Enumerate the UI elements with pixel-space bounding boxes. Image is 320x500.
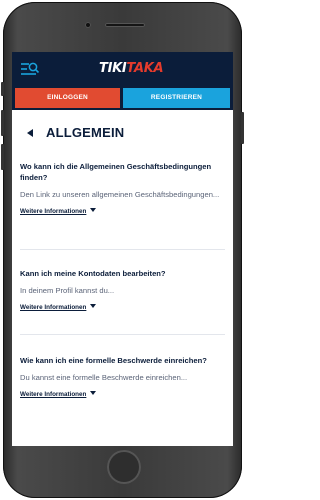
faq-question[interactable]: Wo kann ich die Allgemeinen Geschäftsbed… — [20, 161, 225, 183]
faq-answer-preview: Den Link zu unseren allgemeinen Geschäft… — [20, 190, 220, 199]
app-screen: TIKITAKA EINLOGGEN REGISTRIEREN ALLGEMEI… — [12, 52, 233, 446]
caret-down-icon — [90, 391, 97, 395]
more-info-label: Weitere Informationen — [20, 304, 87, 311]
faq-question[interactable]: Kann ich meine Kontodaten bearbeiten? — [20, 268, 225, 279]
more-info-label: Weitere Informationen — [20, 391, 87, 398]
divider — [20, 334, 225, 335]
faq-content: ALLGEMEIN Wo kann ich die Allgemeinen Ge… — [12, 110, 233, 446]
back-arrow-icon[interactable] — [27, 129, 33, 137]
login-button[interactable]: EINLOGGEN — [15, 88, 120, 108]
faq-item: Kann ich meine Kontodaten bearbeiten? In… — [20, 268, 225, 314]
caret-down-icon — [90, 208, 97, 212]
logo-part-1: TIKI — [99, 61, 127, 76]
auth-bar: EINLOGGEN REGISTRIEREN — [12, 86, 233, 110]
more-info-link[interactable]: Weitere Informationen — [20, 390, 97, 400]
register-button[interactable]: REGISTRIEREN — [123, 88, 230, 108]
logo-part-2: TAKA — [126, 61, 164, 76]
tikitaka-logo[interactable]: TIKITAKA — [99, 61, 164, 77]
earpiece-speaker — [105, 23, 145, 27]
volume-button — [1, 82, 4, 96]
menu-search-icon[interactable] — [20, 61, 40, 77]
more-info-label: Weitere Informationen — [20, 208, 87, 215]
faq-answer-preview: In deinem Profil kannst du... — [20, 286, 115, 295]
power-button — [241, 112, 244, 144]
app-header: TIKITAKA — [12, 52, 233, 86]
divider — [20, 249, 225, 250]
faq-item: Wie kann ich eine formelle Beschwerde ei… — [20, 355, 225, 401]
volume-down-button — [1, 144, 4, 170]
faq-answer-preview: Du kannst eine formelle Beschwerde einre… — [20, 373, 188, 382]
volume-up-button — [1, 110, 4, 136]
faq-item: Wo kann ich die Allgemeinen Geschäftsbed… — [20, 161, 225, 218]
home-button[interactable] — [107, 450, 141, 484]
caret-down-icon — [90, 304, 97, 308]
more-info-link[interactable]: Weitere Informationen — [20, 303, 97, 313]
section-title: ALLGEMEIN — [46, 125, 125, 140]
more-info-link[interactable]: Weitere Informationen — [20, 207, 97, 217]
faq-question[interactable]: Wie kann ich eine formelle Beschwerde ei… — [20, 355, 225, 366]
front-camera — [85, 22, 91, 28]
